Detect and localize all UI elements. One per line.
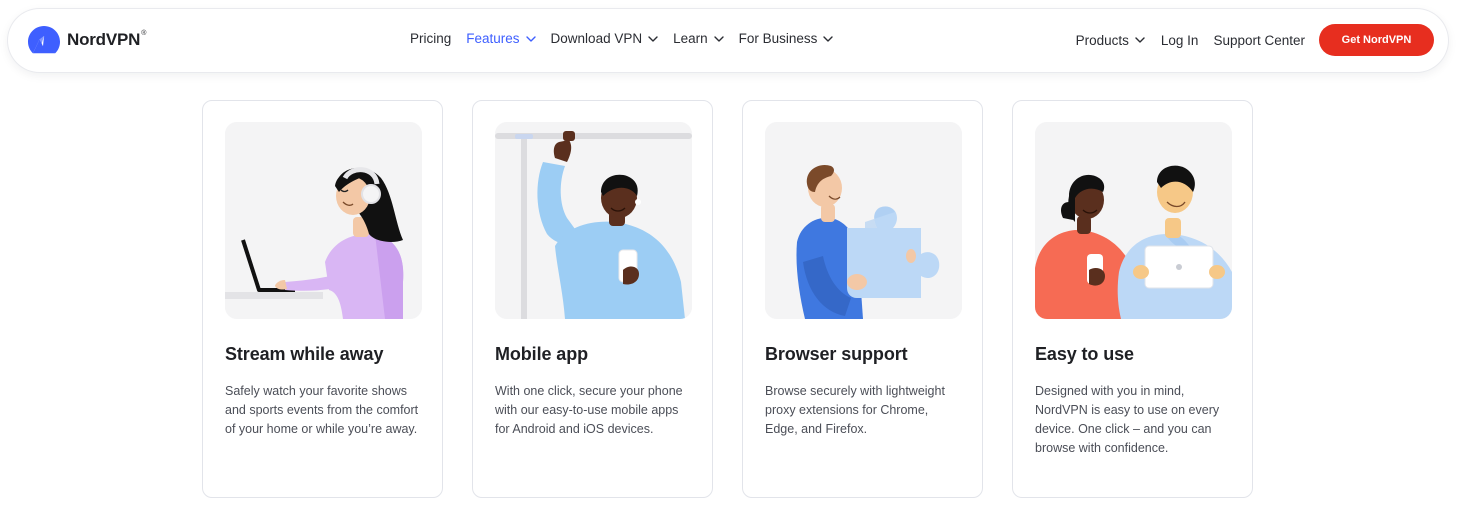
login-link[interactable]: Log In [1161, 33, 1199, 48]
nav-item-features[interactable]: Features [466, 31, 536, 46]
login-label: Log In [1160, 32, 1199, 48]
nav-item-label: Pricing [410, 31, 452, 46]
nav-item-label: Features [466, 31, 520, 46]
get-nordvpn-button[interactable]: Get NordVPN [1319, 24, 1434, 56]
nav-item-label: For Business [738, 31, 818, 46]
feature-description: Safely watch your favorite shows and spo… [225, 384, 419, 436]
feature-title: Easy to use [1035, 344, 1134, 364]
woman-with-headphones-laptop-illustration [225, 122, 422, 319]
nav-item-label: Products [1075, 32, 1129, 48]
chevron-down-icon [525, 35, 536, 42]
feature-description: Browse securely with lightweight proxy e… [765, 384, 945, 436]
commuter-holding-phone-illustration [495, 122, 692, 319]
chevron-down-icon [648, 35, 658, 42]
support-center-link[interactable]: Support Center [1213, 33, 1305, 48]
feature-card-browser-support: Browser support Browse securely with lig… [742, 100, 983, 498]
support-center-label: Support Center [1213, 32, 1305, 48]
nav-item-label: Download VPN [550, 31, 643, 46]
two-people-with-devices-illustration [1035, 122, 1232, 319]
nav-item-label: Learn [673, 31, 708, 46]
feature-card-stream: Stream while away Safely watch your favo… [202, 100, 443, 498]
top-navigation-bar: NordVPN® Pricing Features Download VPN L… [8, 9, 1448, 72]
chevron-down-icon [1135, 37, 1145, 43]
feature-card-easy-to-use: Easy to use Designed with you in mind, N… [1012, 100, 1253, 498]
nav-item-products[interactable]: Products [1076, 33, 1145, 48]
nav-item-for-business[interactable]: For Business [739, 31, 834, 46]
nav-item-pricing[interactable]: Pricing [410, 31, 451, 46]
feature-title: Mobile app [495, 344, 588, 364]
feature-card-mobile-app: Mobile app With one click, secure your p… [472, 100, 713, 498]
chevron-down-icon [823, 35, 834, 42]
feature-title: Browser support [765, 344, 908, 364]
nav-item-learn[interactable]: Learn [673, 31, 724, 46]
feature-description: With one click, secure your phone with o… [495, 384, 683, 436]
registered-mark: ® [141, 30, 147, 37]
feature-description: Designed with you in mind, NordVPN is ea… [1035, 384, 1220, 455]
nav-right-group: Products Log In Support Center Get NordV… [1076, 24, 1434, 56]
nord-mountain-logo-icon [28, 26, 60, 54]
brand-logo-link[interactable]: NordVPN® [28, 26, 146, 54]
feature-title: Stream while away [225, 344, 384, 364]
feature-cards: Stream while away Safely watch your favo… [202, 100, 1253, 498]
main-nav: Pricing Features Download VPN Learn For … [410, 31, 848, 46]
nav-item-download-vpn[interactable]: Download VPN [551, 31, 659, 46]
brand-name: NordVPN® [67, 30, 147, 49]
chevron-down-icon [713, 35, 724, 42]
man-holding-puzzle-piece-illustration [765, 122, 962, 319]
